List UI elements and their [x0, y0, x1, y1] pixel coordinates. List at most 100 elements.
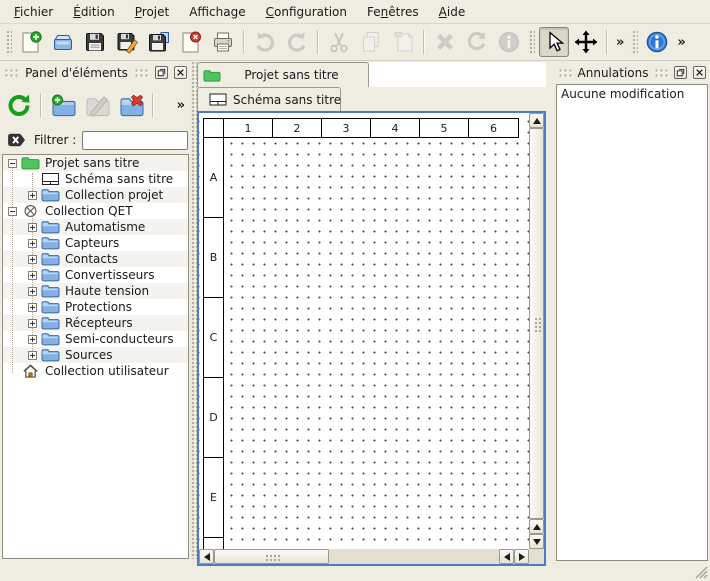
tab-schema[interactable]: Schéma sans titre — [197, 87, 341, 111]
diagram-column-header: 123456 — [203, 118, 519, 138]
menu-item-aide[interactable]: Aide — [429, 2, 476, 22]
copy-button[interactable] — [356, 27, 386, 57]
paste-button[interactable] — [388, 27, 418, 57]
vertical-scrollbar[interactable] — [529, 113, 544, 549]
tree-item-schema-sans-titre[interactable]: Schéma sans titre — [3, 171, 188, 187]
scroll-right-button[interactable] — [514, 549, 529, 564]
tree-expander-plus[interactable] — [28, 255, 37, 264]
tree-item-collection-projet[interactable]: Collection projet — [3, 187, 188, 203]
scroll-up-button-2[interactable] — [529, 519, 544, 534]
project-icon — [21, 156, 40, 170]
cut-button[interactable] — [324, 27, 354, 57]
dock-restore-button[interactable] — [674, 66, 687, 79]
diagram-row-A: A — [204, 138, 223, 218]
tree-item-contacts[interactable]: Contacts — [3, 251, 188, 267]
folder-icon — [41, 268, 60, 282]
schema-canvas[interactable]: 123456 ABCDE — [199, 113, 529, 549]
scroll-up-button[interactable] — [529, 113, 544, 128]
tree-item-convertisseurs[interactable]: Convertisseurs — [3, 267, 188, 283]
dock-grip-texture — [654, 68, 668, 77]
tree-expander-plus[interactable] — [28, 303, 37, 312]
tree-item-projet-sans-titre[interactable]: Projet sans titre — [3, 155, 188, 171]
save-all-button[interactable] — [144, 27, 174, 57]
tab-project[interactable]: Projet sans titre — [197, 62, 369, 87]
about-qelectrotech-button[interactable] — [642, 27, 672, 57]
menu-item-edition[interactable]: Édition — [63, 2, 125, 22]
save-as-button[interactable] — [112, 27, 142, 57]
toolbar-overflow-button[interactable]: » — [673, 35, 689, 50]
dock-grip-texture — [558, 68, 572, 77]
save-button[interactable] — [80, 27, 110, 57]
tree-expander-minus[interactable] — [8, 159, 17, 168]
folder-edit-icon — [84, 92, 111, 119]
tree-item-collection-qet[interactable]: Collection QET — [3, 203, 188, 219]
toolbar-separator — [40, 93, 42, 117]
menu-item-fichier[interactable]: Fichier — [4, 2, 63, 22]
tree-expander-plus[interactable] — [28, 319, 37, 328]
undo-list-item[interactable]: Aucune modification — [557, 85, 707, 103]
scroll-down-button[interactable] — [529, 534, 544, 549]
menu-item-affichage[interactable]: Affichage — [179, 2, 255, 22]
tree-guide-line — [12, 165, 13, 373]
resize-grip-icon[interactable] — [695, 566, 708, 579]
tree-item-recepteurs[interactable]: Récepteurs — [3, 315, 188, 331]
delete-category-button[interactable] — [115, 89, 147, 121]
select-mode-button[interactable] — [539, 27, 569, 57]
tab-bar-empty-area — [369, 62, 546, 87]
dock-close-button[interactable] — [174, 66, 187, 79]
print-button[interactable] — [208, 27, 238, 57]
tree-item-capteurs[interactable]: Capteurs — [3, 235, 188, 251]
toolbar-overflow-button[interactable]: » — [612, 35, 628, 50]
scroll-left-button[interactable] — [199, 549, 214, 564]
toolbar-separator — [423, 30, 425, 54]
rotate-button[interactable] — [462, 27, 492, 57]
dock-splitter[interactable] — [190, 62, 197, 559]
scroll-left-button-2[interactable] — [499, 549, 514, 564]
toolbar-handle[interactable] — [631, 29, 638, 55]
clear-filter-button[interactable] — [6, 132, 28, 149]
element-information-button[interactable] — [494, 27, 524, 57]
toolbar-handle[interactable] — [5, 29, 12, 55]
open-icon — [51, 30, 75, 54]
tree-expander-plus[interactable] — [28, 239, 37, 248]
delete-button[interactable] — [430, 27, 460, 57]
horizontal-scroll-thumb[interactable] — [214, 549, 329, 564]
horizontal-scroll-trough[interactable] — [329, 549, 499, 564]
tree-item-automatisme[interactable]: Automatisme — [3, 219, 188, 235]
close-project-button[interactable] — [176, 27, 206, 57]
undo-button[interactable] — [250, 27, 280, 57]
diagram-column-5: 5 — [420, 119, 469, 137]
diagram-row-B: B — [204, 218, 223, 298]
menu-item-projet[interactable]: Projet — [125, 2, 179, 22]
tree-item-semi-conducteurs[interactable]: Semi-conducteurs — [3, 331, 188, 347]
menu-item-fenetres[interactable]: Fenêtres — [357, 2, 429, 22]
dock-close-button[interactable] — [693, 66, 706, 79]
tree-expander-plus[interactable] — [28, 335, 37, 344]
toolbar-overflow-button[interactable]: » — [173, 98, 189, 113]
tree-item-collection-utilisateur[interactable]: Collection utilisateur — [3, 363, 188, 379]
tree-expander-plus[interactable] — [28, 287, 37, 296]
tree-expander-plus[interactable] — [28, 191, 37, 200]
tree-expander-plus[interactable] — [28, 271, 37, 280]
tree-expander-plus[interactable] — [28, 351, 37, 360]
vertical-scroll-thumb[interactable] — [529, 128, 544, 519]
tree-expander-minus[interactable] — [8, 207, 17, 216]
new-category-button[interactable] — [47, 89, 79, 121]
tree-item-sources[interactable]: Sources — [3, 347, 188, 363]
new-document-button[interactable] — [16, 27, 46, 57]
dock-restore-button[interactable] — [155, 66, 168, 79]
dock-grip-texture — [134, 68, 149, 77]
edit-category-button[interactable] — [81, 89, 113, 121]
redo-button[interactable] — [282, 27, 312, 57]
horizontal-scrollbar[interactable] — [199, 549, 529, 564]
print-icon — [211, 30, 235, 54]
tree-item-haute-tension[interactable]: Haute tension — [3, 283, 188, 299]
tree-item-protections[interactable]: Protections — [3, 299, 188, 315]
open-project-button[interactable] — [48, 27, 78, 57]
tree-expander-plus[interactable] — [28, 223, 37, 232]
pan-mode-button[interactable] — [571, 27, 601, 57]
filter-input[interactable] — [82, 131, 188, 150]
reload-collections-button[interactable] — [3, 89, 35, 121]
menu-item-configuration[interactable]: Configuration — [256, 2, 357, 22]
toolbar-handle[interactable] — [528, 29, 535, 55]
